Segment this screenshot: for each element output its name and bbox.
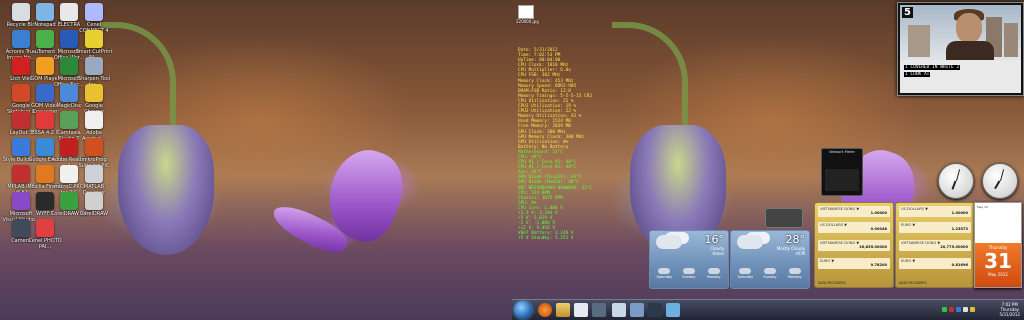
- cloud-icon: [737, 235, 763, 249]
- video-building: [908, 25, 930, 57]
- app-icon: [85, 3, 103, 21]
- weather-gadget-1[interactable]: 16° Cloudy Hanoi Saturday Sunday Monday: [649, 230, 729, 289]
- tray-icon[interactable]: [942, 307, 947, 312]
- system-info-overlay: Date: 5/31/2012 Time: 7:02:53 PM UpTime: 0…: [518, 48, 638, 242]
- right-monitor-desktop: 220000.jpg Date: 5/31/2012 Time: 7:02:53 …: [512, 0, 1024, 320]
- video-subtitle-line-1: I COVERED IN WHITE 2: [904, 65, 961, 70]
- video-player-window[interactable]: 5 I COVERED IN WHITE 2 I LOOK AT: [897, 2, 1024, 96]
- network-meter-title: Network Meter: [829, 150, 855, 154]
- cloud-icon: [658, 268, 671, 274]
- taskbar: 7:02 PM Thursday 5/31/2012: [512, 299, 1024, 320]
- clock-minute-hand: [999, 169, 1004, 182]
- device-gadget[interactable]: [765, 208, 803, 228]
- tray-icon[interactable]: [970, 307, 975, 312]
- file-icon-label: 220000.jpg: [516, 19, 539, 24]
- file-icon[interactable]: [518, 5, 534, 19]
- app-icon: [36, 219, 54, 237]
- video-person-body: [946, 41, 994, 61]
- cloud-icon: [763, 268, 776, 274]
- currency-footer: DATA PROVIDERS: [818, 281, 846, 285]
- calendar-month-name: May 2012: [988, 272, 1008, 277]
- clock-gadget-2[interactable]: [982, 163, 1018, 199]
- weather-temp: 16°: [704, 233, 725, 246]
- desktop-icon[interactable]: Cenel PHOTO PAI...: [26, 219, 64, 250]
- left-monitor-desktop: Recycle BinNotepadELECTRACenel CONNECT 4…: [0, 0, 512, 320]
- currency-row[interactable]: EURO ▼ 1.23573: [899, 222, 971, 233]
- currency-row[interactable]: VIETNAMESE DONG ▼ 1.00000: [818, 206, 890, 217]
- window-taskbar-icon[interactable]: [592, 303, 606, 317]
- calendar-month-grid: May 12: [977, 205, 988, 209]
- calendar-gadget[interactable]: May 12 Thursday 31 May 2012: [974, 202, 1022, 288]
- monitor-taskbar-icon[interactable]: [666, 303, 680, 317]
- currency-row[interactable]: VIETNAMESE DONG ▼ 20,775.00000: [899, 240, 971, 251]
- app-taskbar-icon[interactable]: [648, 303, 662, 317]
- forecast-day: Saturday: [734, 267, 756, 285]
- currency-row[interactable]: VIETNAMESE DONG ▼ 20,835.00000: [818, 240, 890, 251]
- document-taskbar-icon[interactable]: [574, 303, 588, 317]
- forecast-day: Sunday: [759, 267, 781, 285]
- app-icon: [85, 84, 103, 102]
- wallpaper-flower: [118, 125, 214, 255]
- desktop-icon-label: CorelDRAW: [79, 211, 109, 217]
- tray-clock[interactable]: 7:02 PM Thursday 5/31/2012: [999, 302, 1020, 317]
- tray-icon[interactable]: [963, 307, 968, 312]
- clock-hour-hand: [951, 180, 957, 190]
- weather-location: Hanoi: [712, 251, 724, 256]
- video-building: [1004, 23, 1018, 57]
- cloud-icon: [788, 268, 801, 274]
- cloud-icon: [656, 235, 682, 249]
- cloud-icon: [707, 268, 720, 274]
- currency-row[interactable]: US DOLLARS ▼ 1.00000: [899, 206, 971, 217]
- calendar-today: Thursday 31 May 2012: [975, 243, 1021, 287]
- forecast-day: Monday: [784, 267, 806, 285]
- video-channel-number: 5: [902, 7, 913, 18]
- app-taskbar-icon[interactable]: [630, 303, 644, 317]
- cloud-icon: [739, 268, 752, 274]
- clock-gadget-1[interactable]: [938, 163, 974, 199]
- network-meter-graph: [825, 169, 859, 191]
- forecast-day: Saturday: [653, 267, 675, 285]
- explorer-taskbar-icon[interactable]: [556, 303, 570, 317]
- app-icon: [85, 57, 103, 75]
- clock-minute-hand: [955, 169, 960, 182]
- currency-row[interactable]: EURO ▼ 0.78200: [818, 258, 890, 269]
- app-icon: [85, 192, 103, 210]
- weather-gadget-2[interactable]: 28° Mostly Cloudy HCM Saturday Sunday Mo…: [730, 230, 810, 289]
- app-icon: [85, 165, 103, 183]
- network-meter-gadget[interactable]: Network Meter: [821, 148, 863, 196]
- app-taskbar-icon[interactable]: [612, 303, 626, 317]
- weather-location: HCM: [795, 251, 805, 256]
- cloud-icon: [682, 268, 695, 274]
- start-button[interactable]: [514, 301, 532, 319]
- tray-icon[interactable]: [949, 307, 954, 312]
- desktop-icon[interactable]: CorelDRAW: [75, 192, 113, 217]
- tray-icon[interactable]: [956, 307, 961, 312]
- desktop-icon-label: Cenel PHOTO PAI...: [28, 238, 62, 250]
- video-subtitle-line-2: I LOOK AT: [904, 72, 931, 77]
- weather-temp: 28°: [785, 233, 806, 246]
- currency-gadget-2[interactable]: US DOLLARS ▼ 1.00000 EURO ▼ 1.23573 VIETNA…: [895, 202, 975, 288]
- currency-row[interactable]: EURO ▼ 0.81696: [899, 258, 971, 269]
- currency-row[interactable]: US DOLLARS ▼ 0.00048: [818, 222, 890, 233]
- sysinfo-line: +5 V Standby: 5.251 V: [518, 236, 574, 242]
- firefox-taskbar-icon[interactable]: [538, 303, 552, 317]
- forecast-day: Monday: [703, 267, 725, 285]
- forecast-day: Sunday: [678, 267, 700, 285]
- calendar-day-number: 31: [984, 249, 1012, 273]
- video-person-face: [956, 13, 982, 43]
- clock-hour-hand: [994, 180, 1001, 190]
- tray-date: 5/31/2012: [999, 312, 1020, 317]
- currency-gadget-1[interactable]: VIETNAMESE DONG ▼ 1.00000 US DOLLARS ▼ 0.0…: [814, 202, 894, 288]
- app-icon: [85, 138, 103, 156]
- app-icon: [85, 30, 103, 48]
- app-icon: [85, 111, 103, 129]
- currency-footer: DATA PROVIDERS: [899, 281, 927, 285]
